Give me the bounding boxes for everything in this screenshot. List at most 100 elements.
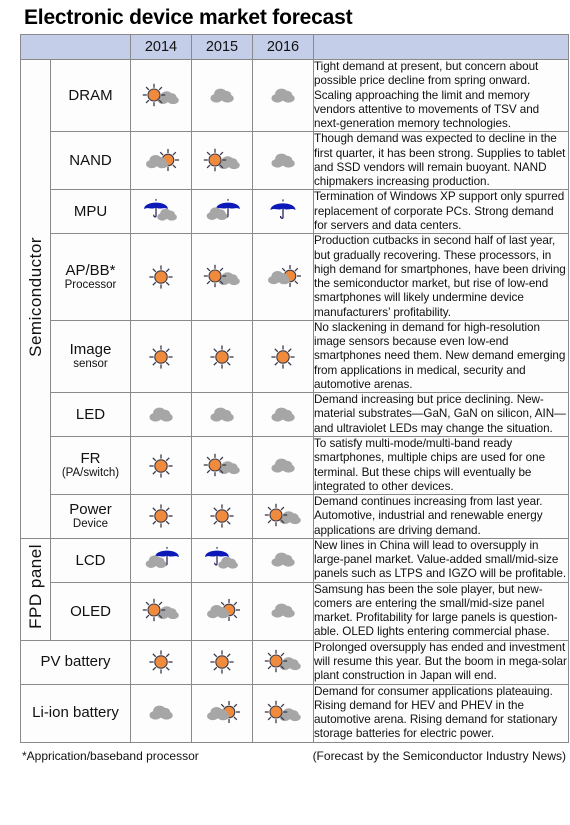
- forecast-cell-image-2014: [130, 319, 192, 394]
- header-blank-cell: [20, 34, 131, 61]
- row-description: Demand for consumer applications plateau…: [313, 683, 569, 743]
- sun-cloud-icon: [257, 646, 309, 678]
- forecast-table: 2014 2015 2016 Semiconductor DRAM Tight dema…: [20, 34, 569, 743]
- forecast-cell-dram-2014: [130, 59, 192, 133]
- cloud-umbrella-icon: [196, 196, 248, 228]
- page-title: Electronic device market forecast: [24, 6, 353, 29]
- cloud-icon: [257, 450, 309, 482]
- cloud-sun-icon: [257, 261, 309, 293]
- row-description: Demand continues increasing from last ye…: [313, 494, 569, 539]
- forecast-cell-li-ion-battery-2016: [252, 683, 314, 743]
- forecast-cell-li-ion-battery-2014: [130, 683, 192, 743]
- row-description: No slackening in demand for high-resolut…: [313, 319, 569, 394]
- row-name-lcd: LCD: [50, 537, 131, 583]
- table-row: AP/BB* Processor Production cutbacks in s…: [21, 233, 569, 321]
- sun-cloud-icon: [196, 261, 248, 293]
- row-name-ap-bb-: AP/BB* Processor: [50, 233, 131, 321]
- sun-cloud-icon: [135, 80, 187, 112]
- forecast-cell-pv-battery-2014: [130, 639, 192, 685]
- header-desc-cell: [313, 34, 569, 61]
- table-header-row: 2014 2015 2016: [20, 34, 569, 61]
- row-name-power: Power Device: [50, 494, 131, 539]
- forecast-cell-fr-2015: [191, 435, 253, 496]
- forecast-cell-mpu-2016: [252, 189, 314, 235]
- sun-cloud-icon: [196, 145, 248, 177]
- table-row: Li-ion battery Demand for consumer appli…: [20, 683, 569, 743]
- forecast-cell-ap-bb--2015: [191, 233, 253, 321]
- sun-cloud-icon: [257, 500, 309, 532]
- sun-icon: [135, 646, 187, 678]
- cloud-icon: [257, 544, 309, 576]
- cloud-sun-icon: [135, 145, 187, 177]
- sun-icon: [196, 341, 248, 373]
- table-row: PV battery Prolonged oversupply has ende…: [20, 639, 569, 685]
- sun-icon: [135, 500, 187, 532]
- table-row: OLED Samsung has been the sole player, b…: [21, 581, 569, 641]
- footnote: *Apprication/baseband processor: [22, 748, 199, 763]
- forecast-cell-ap-bb--2016: [252, 233, 314, 321]
- forecast-cell-image-2015: [191, 319, 253, 394]
- header-year-2014: 2014: [130, 34, 192, 61]
- table-row: Power Device Demand continues increasing …: [21, 494, 569, 539]
- cloud-sun-icon: [196, 595, 248, 627]
- forecast-cell-led-2014: [130, 392, 192, 437]
- forecast-cell-oled-2014: [130, 581, 192, 641]
- row-description: To satisfy multi-mode/multi-band ready s…: [313, 435, 569, 496]
- forecast-cell-lcd-2016: [252, 537, 314, 583]
- row-description: Tight demand at present, but concern abo…: [313, 59, 569, 133]
- row-description: Production cutbacks in second half of la…: [313, 233, 569, 321]
- sun-icon: [135, 450, 187, 482]
- header-year-2016: 2016: [252, 34, 314, 61]
- row-name-dram: DRAM: [50, 59, 131, 133]
- forecast-cell-power-2016: [252, 494, 314, 539]
- forecast-cell-image-2016: [252, 319, 314, 394]
- cloud-icon: [135, 399, 187, 431]
- forecast-cell-power-2015: [191, 494, 253, 539]
- forecast-cell-oled-2016: [252, 581, 314, 641]
- sun-icon: [257, 341, 309, 373]
- forecast-cell-dram-2016: [252, 59, 314, 133]
- cloud-icon: [257, 399, 309, 431]
- row-name-pv-battery: PV battery: [20, 639, 131, 685]
- cloud-icon: [257, 80, 309, 112]
- table-footer: *Apprication/baseband processor (Forecas…: [20, 743, 568, 763]
- sun-cloud-icon: [196, 450, 248, 482]
- cloud-icon: [257, 595, 309, 627]
- sun-icon: [135, 261, 187, 293]
- table-row: LED Demand increasing but price declinin…: [21, 392, 569, 437]
- sun-icon: [135, 341, 187, 373]
- row-name-li-ion-battery: Li-ion battery: [20, 683, 131, 743]
- source-credit: (Forecast by the Semiconductor Industry …: [312, 748, 566, 763]
- umbrella-icon: [257, 196, 309, 228]
- forecast-cell-dram-2015: [191, 59, 253, 133]
- cloud-icon: [196, 80, 248, 112]
- row-name-led: LED: [50, 392, 131, 437]
- forecast-cell-power-2014: [130, 494, 192, 539]
- cloud-icon: [257, 145, 309, 177]
- row-name-image: Image sensor: [50, 319, 131, 394]
- table-row: MPU Termination of Windows XP support on…: [21, 189, 569, 235]
- row-description: Termination of Windows XP support only s…: [313, 189, 569, 235]
- row-description: New lines in China will lead to oversupp…: [313, 537, 569, 583]
- row-description: Prolonged oversupply has ended and inves…: [313, 639, 569, 685]
- forecast-cell-mpu-2014: [130, 189, 192, 235]
- forecast-cell-nand-2016: [252, 131, 314, 191]
- group-label-semiconductor: Semiconductor: [20, 59, 51, 539]
- row-name-nand: NAND: [50, 131, 131, 191]
- forecast-cell-lcd-2015: [191, 537, 253, 583]
- forecast-cell-fr-2014: [130, 435, 192, 496]
- row-description: Samsung has been the sole player, but ne…: [313, 581, 569, 641]
- cloud-sun-icon: [196, 697, 248, 729]
- row-description: Demand increasing but price declining. N…: [313, 392, 569, 437]
- row-name-fr: FR (PA/switch): [50, 435, 131, 496]
- row-name-mpu: MPU: [50, 189, 131, 235]
- table-row: Image sensor No slackening in demand for h…: [21, 319, 569, 394]
- umbrella-cloud-icon: [135, 196, 187, 228]
- cloud-icon: [196, 399, 248, 431]
- sun-icon: [196, 500, 248, 532]
- table-row: FPD panel LCD New lines in China will lea…: [20, 537, 569, 641]
- forecast-cell-ap-bb--2014: [130, 233, 192, 321]
- sun-cloud-icon: [257, 697, 309, 729]
- table-row: FR (PA/switch) To satisfy multi-mode/mult…: [21, 435, 569, 496]
- forecast-cell-mpu-2015: [191, 189, 253, 235]
